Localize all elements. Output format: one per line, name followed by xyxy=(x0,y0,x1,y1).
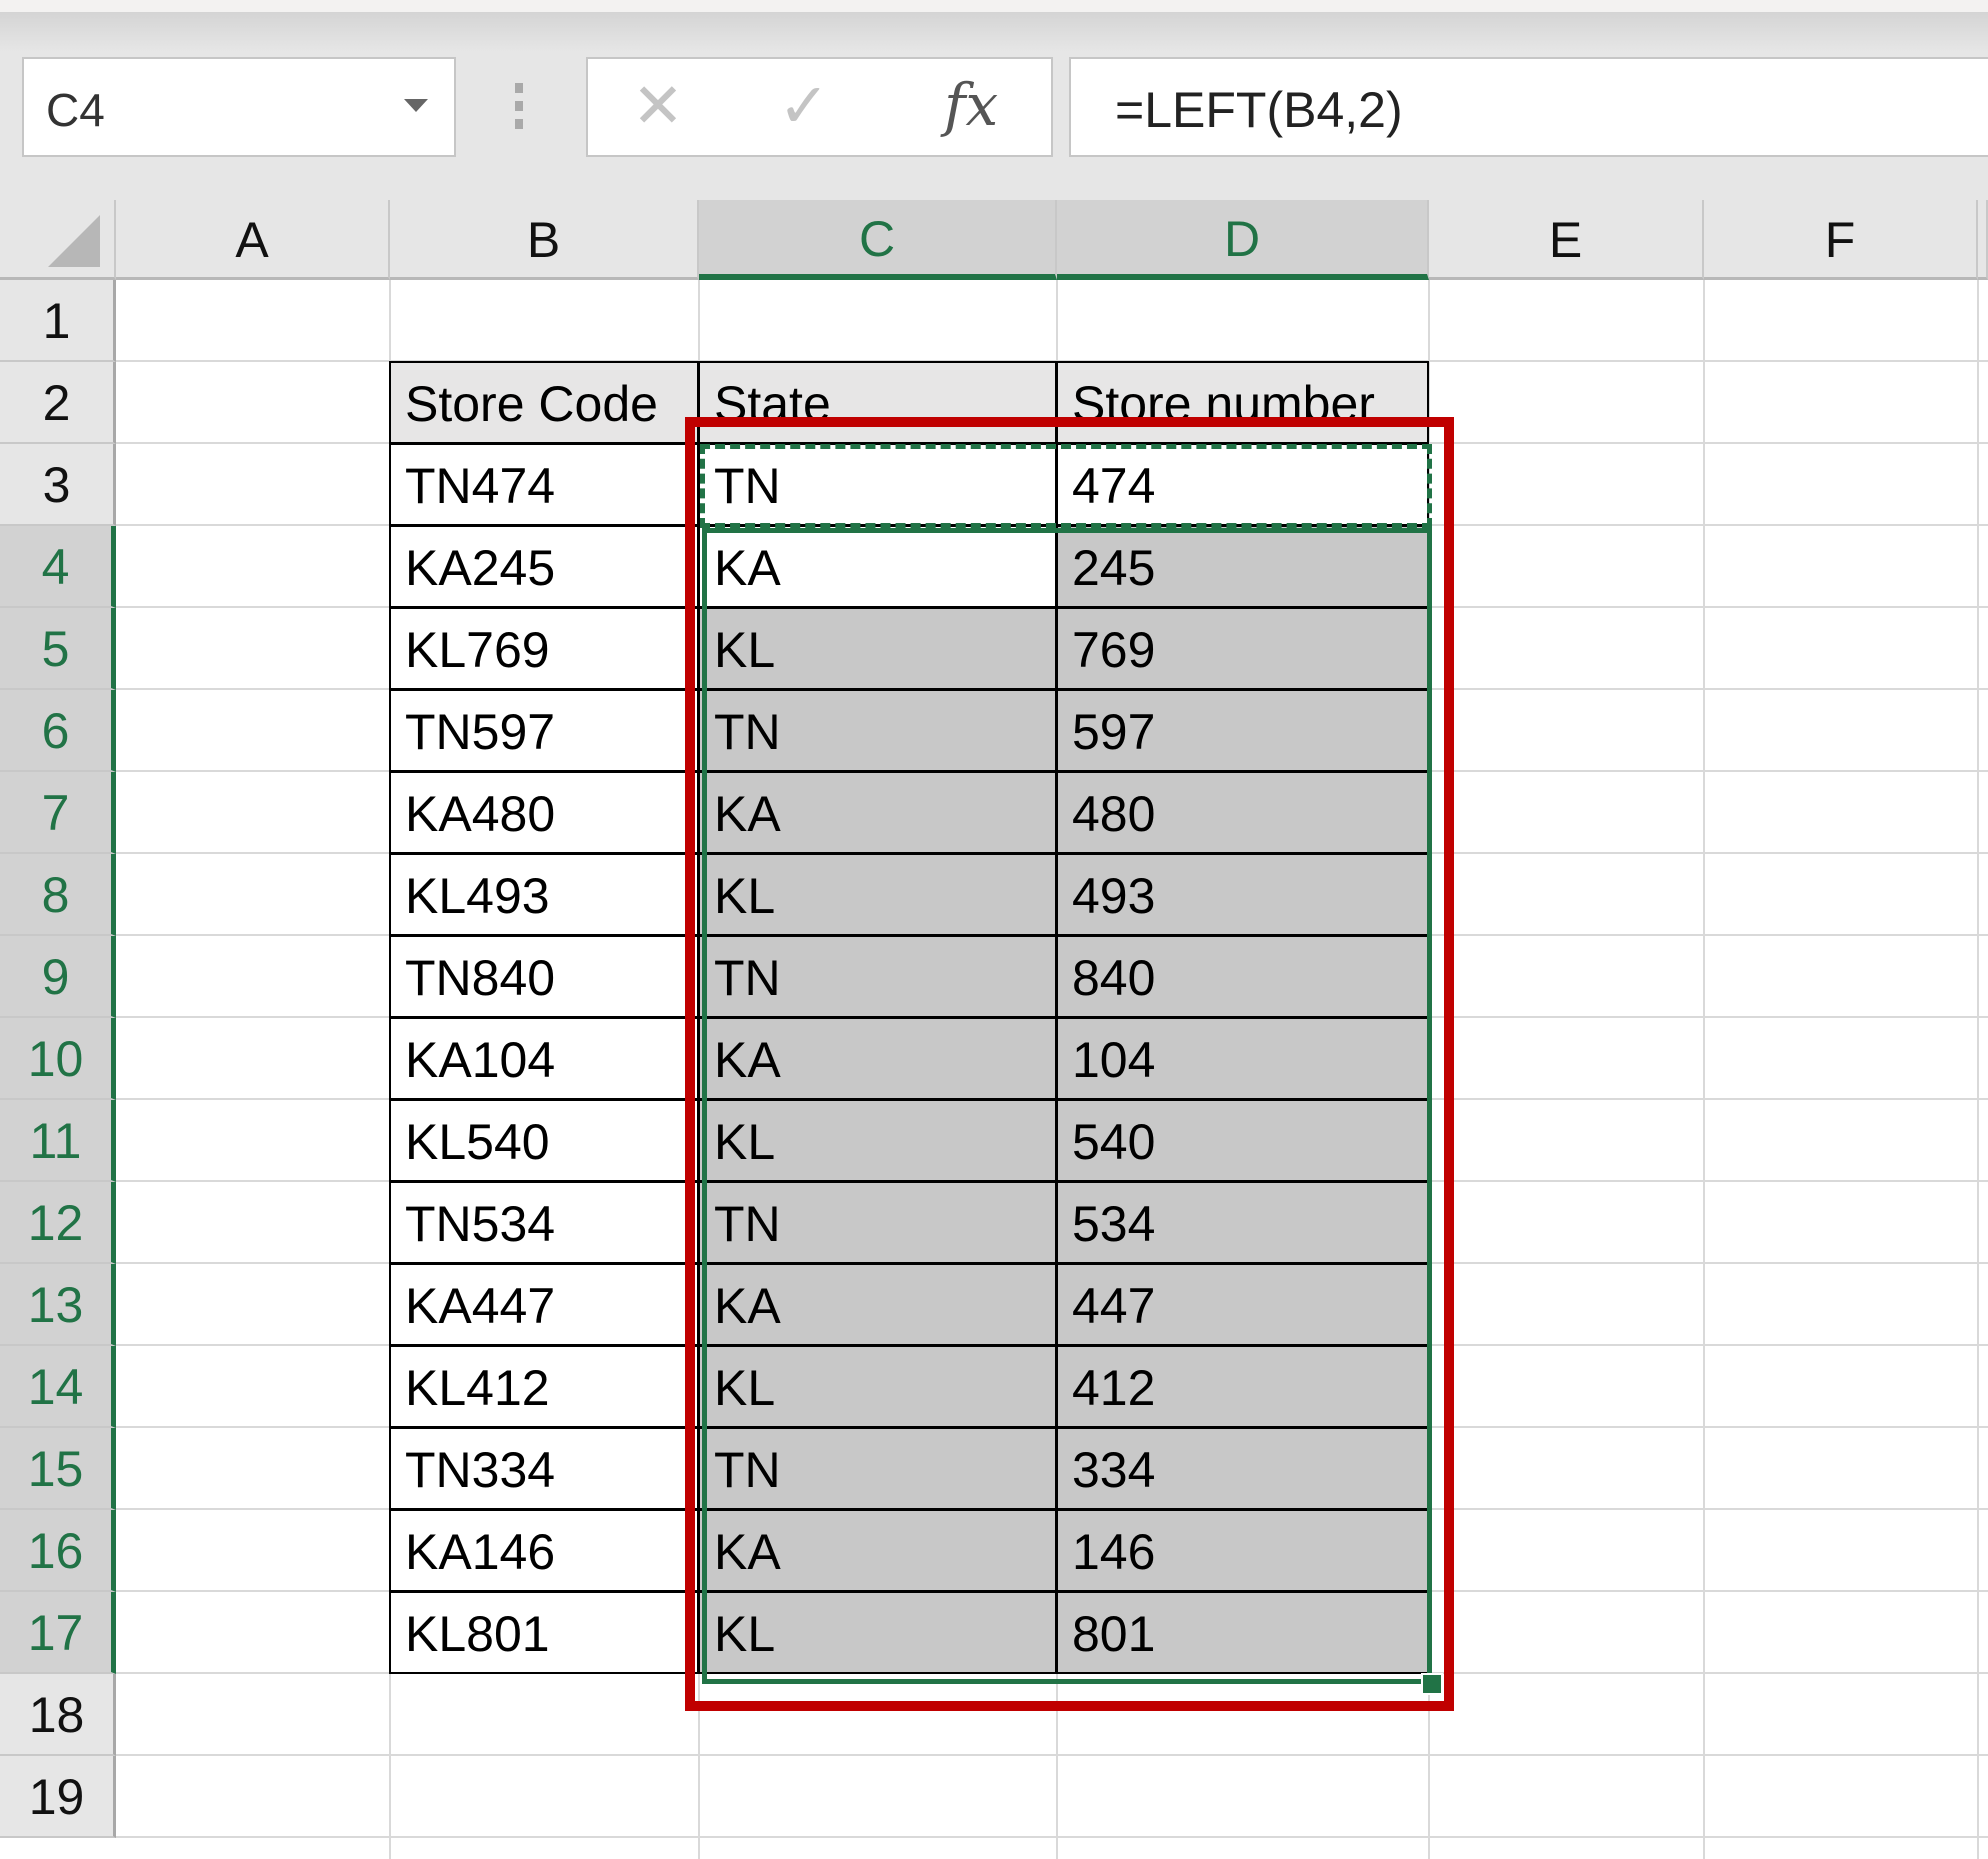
cell-store-number[interactable]: 146 xyxy=(1056,1509,1429,1592)
formula-bar-resize-handle[interactable] xyxy=(515,83,523,129)
cell-store-code[interactable]: TN334 xyxy=(389,1427,699,1510)
cell-store-number[interactable]: 840 xyxy=(1056,935,1429,1018)
row-header-17[interactable]: 17 xyxy=(0,1592,116,1674)
column-header-f[interactable]: F xyxy=(1704,200,1978,280)
row-header-10[interactable]: 10 xyxy=(0,1018,116,1100)
cell-store-code[interactable]: KL540 xyxy=(389,1099,699,1182)
row-header-6[interactable]: 6 xyxy=(0,690,116,772)
row-header-7[interactable]: 7 xyxy=(0,772,116,854)
cell-store-code[interactable]: TN597 xyxy=(389,689,699,772)
name-box[interactable]: C4 xyxy=(22,57,456,157)
column-header-b[interactable]: B xyxy=(390,200,699,280)
row-header-15[interactable]: 15 xyxy=(0,1428,116,1510)
gridline-horizontal xyxy=(116,1754,1988,1756)
row-header-5[interactable]: 5 xyxy=(0,608,116,690)
cell-store-code[interactable]: TN474 xyxy=(389,443,699,526)
cell-store-number[interactable]: 447 xyxy=(1056,1263,1429,1346)
cell-state[interactable]: TN xyxy=(698,689,1057,772)
row-header-8[interactable]: 8 xyxy=(0,854,116,936)
cell-store-number[interactable]: 334 xyxy=(1056,1427,1429,1510)
cell-store-number[interactable]: 474 xyxy=(1056,443,1429,526)
cell-state[interactable]: KL xyxy=(698,607,1057,690)
cell-store-code[interactable]: KL493 xyxy=(389,853,699,936)
cell-state[interactable]: KL xyxy=(698,1345,1057,1428)
column-header-c[interactable]: C xyxy=(699,200,1057,280)
cell-store-code[interactable]: TN534 xyxy=(389,1181,699,1264)
cell-state[interactable]: KA xyxy=(698,1509,1057,1592)
cell-store-number[interactable]: 540 xyxy=(1056,1099,1429,1182)
row-header-18[interactable]: 18 xyxy=(0,1674,116,1756)
row-header-12[interactable]: 12 xyxy=(0,1182,116,1264)
cell-store-number[interactable]: 480 xyxy=(1056,771,1429,854)
cell-state[interactable]: KA xyxy=(698,525,1057,608)
cell-store-code[interactable]: KL801 xyxy=(389,1591,699,1674)
row-header-16[interactable]: 16 xyxy=(0,1510,116,1592)
cell-state[interactable]: TN xyxy=(698,443,1057,526)
gridline-horizontal xyxy=(116,1836,1988,1838)
cell-store-number[interactable]: 534 xyxy=(1056,1181,1429,1264)
column-header-e[interactable]: E xyxy=(1429,200,1704,280)
cell-state[interactable]: KA xyxy=(698,1017,1057,1100)
gridline-vertical xyxy=(1703,280,1705,1859)
cell-store-number[interactable]: 104 xyxy=(1056,1017,1429,1100)
row-header-9[interactable]: 9 xyxy=(0,936,116,1018)
formula-text: =LEFT(B4,2) xyxy=(1115,82,1403,138)
cell-store-code[interactable]: KA104 xyxy=(389,1017,699,1100)
cell-state[interactable]: KL xyxy=(698,853,1057,936)
cell-store-number[interactable]: 245 xyxy=(1056,525,1429,608)
column-header-partial[interactable] xyxy=(1978,200,1988,280)
cell-store-number[interactable]: 493 xyxy=(1056,853,1429,936)
row-header-3[interactable]: 3 xyxy=(0,444,116,526)
column-header-d[interactable]: D xyxy=(1057,200,1429,280)
chevron-down-icon[interactable] xyxy=(404,99,428,112)
cell-state[interactable]: TN xyxy=(698,935,1057,1018)
cell-store-code[interactable]: KA480 xyxy=(389,771,699,854)
fill-handle[interactable] xyxy=(1421,1673,1443,1695)
cell-store-code[interactable]: KA146 xyxy=(389,1509,699,1592)
cell-store-code[interactable]: KA245 xyxy=(389,525,699,608)
cell-store-code[interactable]: KL769 xyxy=(389,607,699,690)
cell-state[interactable]: KL xyxy=(698,1591,1057,1674)
cell-store-number[interactable]: 769 xyxy=(1056,607,1429,690)
cell-store-number[interactable]: 597 xyxy=(1056,689,1429,772)
row-header-19[interactable]: 19 xyxy=(0,1756,116,1838)
column-header-a[interactable]: A xyxy=(116,200,390,280)
table-header-store-code[interactable]: Store Code xyxy=(389,361,699,444)
cell-store-number[interactable]: 801 xyxy=(1056,1591,1429,1674)
formula-input[interactable]: =LEFT(B4,2) xyxy=(1069,57,1988,157)
cell-state[interactable]: KA xyxy=(698,1263,1057,1346)
cell-store-code[interactable]: KL412 xyxy=(389,1345,699,1428)
select-all-button[interactable] xyxy=(0,200,116,280)
table-header-store-number[interactable]: Store number xyxy=(1056,361,1429,444)
row-header-2[interactable]: 2 xyxy=(0,362,116,444)
select-all-triangle-icon xyxy=(48,215,100,267)
formula-buttons: ✕ ✓ fx xyxy=(586,57,1053,157)
row-header-1[interactable]: 1 xyxy=(0,280,116,362)
cell-store-number[interactable]: 412 xyxy=(1056,1345,1429,1428)
row-header-14[interactable]: 14 xyxy=(0,1346,116,1428)
row-header-4[interactable]: 4 xyxy=(0,526,116,608)
cell-store-code[interactable]: TN840 xyxy=(389,935,699,1018)
row-header-11[interactable]: 11 xyxy=(0,1100,116,1182)
row-header-13[interactable]: 13 xyxy=(0,1264,116,1346)
cancel-icon[interactable]: ✕ xyxy=(632,69,684,142)
gridline-vertical xyxy=(1977,280,1979,1859)
cell-state[interactable]: KL xyxy=(698,1099,1057,1182)
insert-function-icon[interactable]: fx xyxy=(944,71,998,139)
cell-store-code[interactable]: KA447 xyxy=(389,1263,699,1346)
table-header-state[interactable]: State xyxy=(698,361,1057,444)
cell-state[interactable]: KA xyxy=(698,771,1057,854)
name-box-value: C4 xyxy=(46,84,105,136)
cell-state[interactable]: TN xyxy=(698,1427,1057,1510)
cell-state[interactable]: TN xyxy=(698,1181,1057,1264)
enter-check-icon[interactable]: ✓ xyxy=(778,69,830,142)
